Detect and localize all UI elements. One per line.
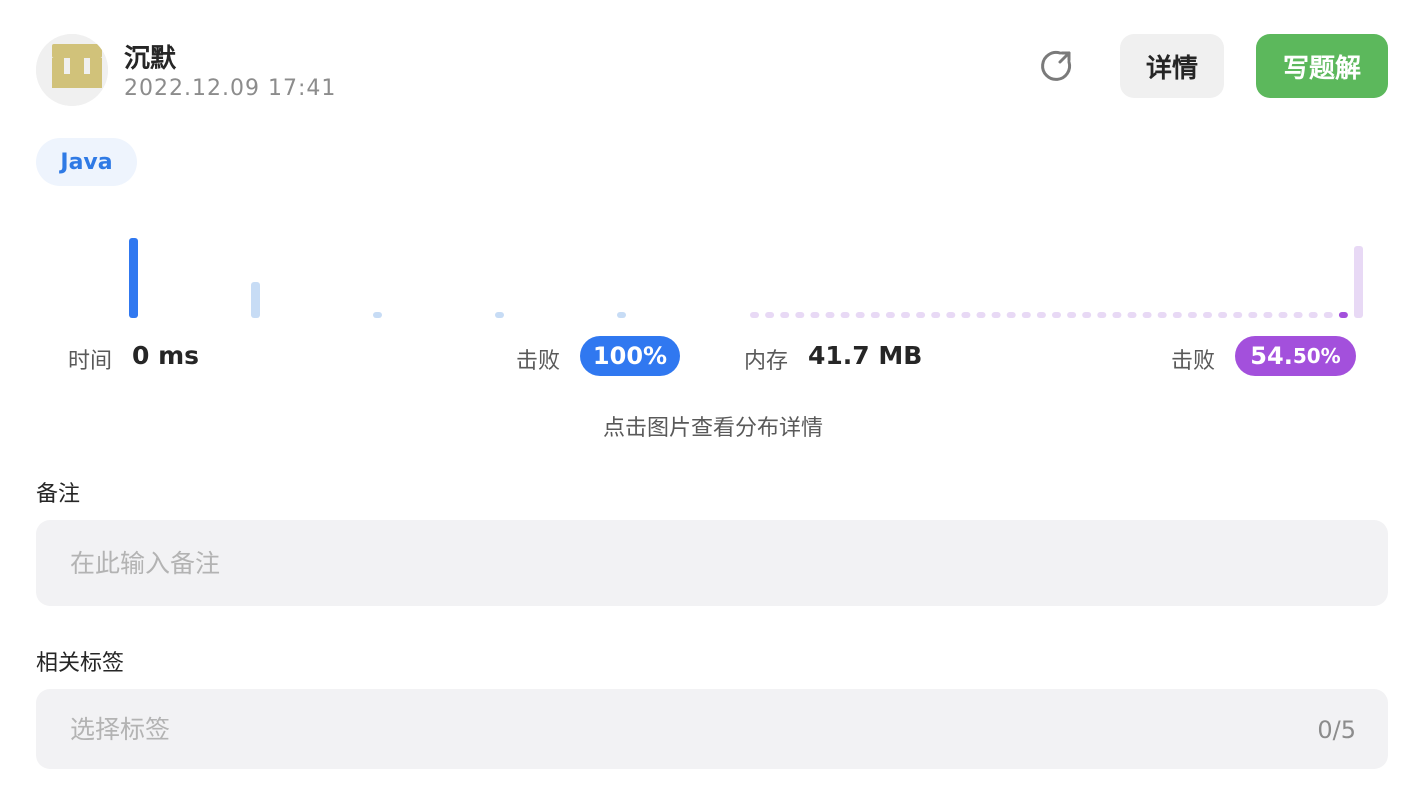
- memory-bar: [750, 312, 759, 318]
- memory-bar: [1127, 312, 1137, 318]
- chart-hint: 点击图片查看分布详情: [602, 416, 823, 441]
- memory-bar: [1248, 312, 1258, 318]
- memory-beat-badge: 54. 50%: [1235, 336, 1356, 376]
- memory-bar: [1067, 312, 1077, 318]
- note-label: 备注: [36, 482, 81, 507]
- memory-bar: [1006, 312, 1016, 318]
- memory-bar: [1354, 246, 1363, 318]
- memory-bar: [961, 312, 971, 318]
- runtime-beat-badge: 100%: [580, 336, 680, 376]
- memory-bar: [1187, 312, 1197, 318]
- refresh-icon: [1041, 50, 1072, 81]
- memory-bar: [1263, 312, 1273, 318]
- memory-bar: [946, 312, 956, 318]
- memory-beat-percent-decimal: 50%: [1292, 344, 1341, 368]
- user-name[interactable]: 沉默: [124, 38, 176, 75]
- memory-bar: [795, 312, 805, 318]
- memory-bar: [1293, 312, 1303, 318]
- memory-bar: [840, 312, 850, 318]
- runtime-beat-label: 击败: [516, 349, 561, 374]
- memory-bar: [1142, 312, 1152, 318]
- memory-bar: [1308, 312, 1318, 318]
- avatar[interactable]: [36, 34, 108, 106]
- memory-bar: [1203, 312, 1212, 318]
- memory-bar: [1036, 312, 1046, 318]
- memory-bar: [1323, 312, 1333, 318]
- runtime-bar: [251, 282, 260, 318]
- memory-bar: [885, 312, 895, 318]
- memory-value: 41.7 MB: [808, 341, 923, 370]
- memory-bar: [1097, 312, 1107, 318]
- memory-bar: [1233, 312, 1243, 318]
- memory-bar: [1172, 312, 1182, 318]
- memory-bar: [780, 312, 790, 318]
- runtime-bar: [495, 312, 504, 318]
- memory-bar: [855, 312, 865, 318]
- memory-bar: [1112, 312, 1122, 318]
- memory-bar: [976, 312, 986, 318]
- memory-beat-label: 击败: [1171, 349, 1216, 374]
- memory-bar: [765, 312, 775, 318]
- memory-bar: [991, 312, 1001, 318]
- detail-button[interactable]: 详情: [1120, 34, 1224, 98]
- note-input[interactable]: [36, 520, 1388, 606]
- write-solution-button[interactable]: 写题解: [1256, 34, 1388, 98]
- memory-bar: [870, 312, 880, 318]
- distribution-chart-svg: [129, 238, 1363, 318]
- memory-bar: [1082, 312, 1092, 318]
- avatar-logo-icon: [36, 34, 108, 106]
- runtime-bar: [373, 312, 382, 318]
- memory-bar: [1338, 312, 1348, 318]
- memory-bar: [810, 312, 820, 318]
- tags-select[interactable]: [36, 689, 1388, 769]
- tag-count: 0/5: [1317, 716, 1356, 744]
- runtime-value: 0 ms: [132, 341, 200, 370]
- submit-time: 2022.12.09 17:41: [124, 76, 337, 101]
- runtime-bar: [617, 312, 626, 318]
- language-tag: Java: [36, 138, 137, 186]
- memory-bar: [1157, 312, 1167, 318]
- memory-bar: [916, 312, 926, 318]
- memory-bar: [1218, 312, 1228, 318]
- memory-label: 内存: [744, 349, 789, 374]
- memory-bar: [825, 312, 835, 318]
- tags-label: 相关标签: [36, 651, 125, 676]
- refresh-button[interactable]: [1034, 44, 1078, 88]
- memory-bar: [931, 312, 941, 318]
- runtime-bar: [129, 238, 138, 318]
- runtime-label: 时间: [68, 349, 113, 374]
- memory-bar: [1052, 312, 1061, 318]
- memory-bar: [1021, 312, 1031, 318]
- memory-bar: [901, 312, 910, 318]
- memory-beat-percent-main: 54.: [1250, 342, 1293, 370]
- memory-bar: [1278, 312, 1288, 318]
